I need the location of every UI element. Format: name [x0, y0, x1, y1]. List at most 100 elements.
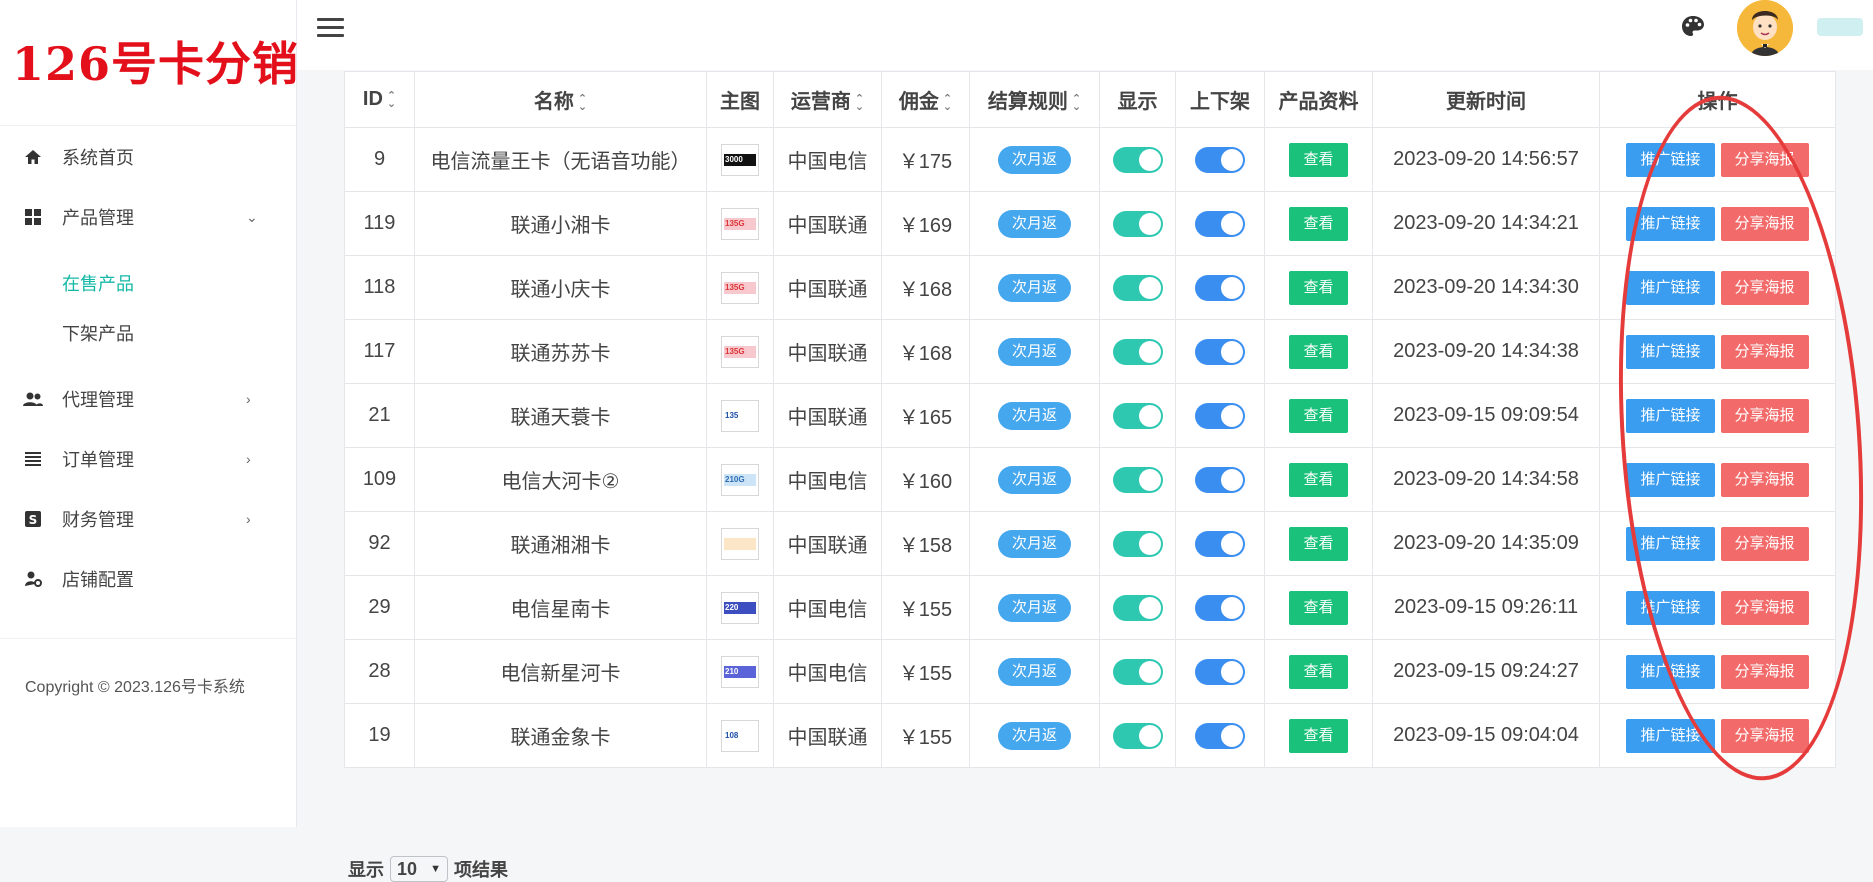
show-toggle[interactable]	[1112, 210, 1163, 237]
sidebar-subitem-on-sale[interactable]: 在售产品	[62, 270, 134, 296]
share-poster-button[interactable]: 分享海报	[1720, 206, 1809, 241]
listed-toggle[interactable]	[1195, 466, 1245, 493]
view-button[interactable]: 查看	[1289, 462, 1348, 497]
share-poster-button[interactable]: 分享海报	[1720, 142, 1809, 177]
promo-link-button[interactable]: 推广链接	[1626, 206, 1715, 241]
col-header-id[interactable]: ID ⌃ ⌄	[344, 71, 415, 128]
chevron-down-icon: ▼	[430, 863, 441, 875]
sidebar-item-products[interactable]: 产品管理 ⌄	[0, 191, 296, 243]
col-header-carrier[interactable]: 运营商 ⌃ ⌄	[773, 71, 882, 128]
show-toggle[interactable]	[1112, 466, 1163, 493]
settlement-badge[interactable]: 次月返	[997, 657, 1071, 686]
product-thumbnail[interactable]: 135	[721, 399, 759, 432]
show-toggle[interactable]	[1112, 530, 1163, 557]
sidebar-item-store-config[interactable]: 店铺配置	[0, 553, 296, 605]
product-thumbnail[interactable]: 135G	[721, 271, 759, 304]
promo-link-button[interactable]: 推广链接	[1626, 462, 1715, 497]
avatar[interactable]	[1737, 0, 1793, 56]
sidebar-item-finance[interactable]: S 财务管理 ›	[0, 493, 296, 545]
products-table-wrapper: ID ⌃ ⌄ 名称 ⌃ ⌄ 主图 运营商 ⌃ ⌄ 佣金 ⌃ ⌄ 结算规则 ⌃ ⌄ 显示 上下架 产品…	[344, 71, 1836, 768]
promo-link-button[interactable]: 推广链接	[1626, 334, 1715, 369]
product-thumbnail[interactable]: 108	[721, 719, 759, 752]
settlement-badge[interactable]: 次月返	[997, 465, 1071, 494]
share-poster-button[interactable]: 分享海报	[1720, 270, 1809, 305]
listed-toggle[interactable]	[1195, 530, 1245, 557]
settlement-badge[interactable]: 次月返	[997, 337, 1071, 366]
share-poster-button[interactable]: 分享海报	[1720, 590, 1809, 625]
col-header-settlement[interactable]: 结算规则 ⌃ ⌄	[969, 71, 1100, 128]
cell-actions: 推广链接 分享海报	[1599, 383, 1836, 448]
product-thumbnail[interactable]: 210	[721, 655, 759, 688]
username-label[interactable]	[1817, 18, 1863, 36]
cell-updated: 2023-09-15 09:26:11	[1372, 575, 1600, 640]
settlement-badge[interactable]: 次月返	[997, 593, 1071, 622]
table-row: 92 联通湘湘卡 中国联通 ￥158 次月返 查看 2023-09-20 14:35:09 推…	[344, 511, 1836, 576]
view-button[interactable]: 查看	[1289, 654, 1348, 689]
menu-toggle-icon[interactable]	[317, 16, 345, 40]
listed-toggle[interactable]	[1195, 274, 1245, 301]
settlement-badge[interactable]: 次月返	[997, 401, 1071, 430]
cell-id: 117	[344, 319, 415, 384]
listed-toggle[interactable]	[1195, 402, 1245, 429]
share-poster-button[interactable]: 分享海报	[1720, 398, 1809, 433]
show-toggle[interactable]	[1112, 594, 1163, 621]
product-thumbnail[interactable]: 210G	[721, 463, 759, 496]
view-button[interactable]: 查看	[1289, 206, 1348, 241]
cell-listed	[1175, 575, 1265, 640]
col-header-commission[interactable]: 佣金 ⌃ ⌄	[881, 71, 970, 128]
view-button[interactable]: 查看	[1289, 142, 1348, 177]
sidebar-item-orders[interactable]: 订单管理 ›	[0, 433, 296, 485]
listed-toggle[interactable]	[1195, 338, 1245, 365]
settlement-badge[interactable]: 次月返	[997, 209, 1071, 238]
page-length-select[interactable]: 10 ▼	[390, 856, 448, 882]
share-poster-button[interactable]: 分享海报	[1720, 718, 1809, 753]
view-button[interactable]: 查看	[1289, 718, 1348, 753]
product-thumbnail[interactable]	[721, 527, 759, 560]
cell-info: 查看	[1264, 319, 1373, 384]
product-thumbnail[interactable]: 220	[721, 591, 759, 624]
cell-carrier: 中国联通	[773, 255, 882, 320]
sidebar-item-home[interactable]: 系统首页	[0, 131, 296, 183]
promo-link-button[interactable]: 推广链接	[1626, 526, 1715, 561]
view-button[interactable]: 查看	[1289, 334, 1348, 369]
listed-toggle[interactable]	[1195, 722, 1245, 749]
settlement-badge[interactable]: 次月返	[997, 529, 1071, 558]
divider	[0, 638, 296, 639]
listed-toggle[interactable]	[1195, 146, 1245, 173]
show-toggle[interactable]	[1112, 146, 1163, 173]
sidebar-item-agents[interactable]: 代理管理 ›	[0, 373, 296, 425]
settlement-badge[interactable]: 次月返	[997, 721, 1071, 750]
settlement-badge[interactable]: 次月返	[997, 273, 1071, 302]
listed-toggle[interactable]	[1195, 594, 1245, 621]
cell-info: 查看	[1264, 447, 1373, 512]
sidebar-subitem-off-shelf[interactable]: 下架产品	[62, 320, 134, 346]
listed-toggle[interactable]	[1195, 210, 1245, 237]
product-thumbnail[interactable]: 3000	[721, 143, 759, 176]
show-toggle[interactable]	[1112, 658, 1163, 685]
promo-link-button[interactable]: 推广链接	[1626, 270, 1715, 305]
promo-link-button[interactable]: 推广链接	[1626, 654, 1715, 689]
listed-toggle[interactable]	[1195, 658, 1245, 685]
promo-link-button[interactable]: 推广链接	[1626, 718, 1715, 753]
show-toggle[interactable]	[1112, 402, 1163, 429]
promo-link-button[interactable]: 推广链接	[1626, 590, 1715, 625]
share-poster-button[interactable]: 分享海报	[1720, 462, 1809, 497]
palette-icon[interactable]	[1680, 14, 1706, 40]
show-toggle[interactable]	[1112, 722, 1163, 749]
col-header-name[interactable]: 名称 ⌃ ⌄	[414, 71, 707, 128]
share-poster-button[interactable]: 分享海报	[1720, 654, 1809, 689]
view-button[interactable]: 查看	[1289, 398, 1348, 433]
view-button[interactable]: 查看	[1289, 590, 1348, 625]
promo-link-button[interactable]: 推广链接	[1626, 142, 1715, 177]
promo-link-button[interactable]: 推广链接	[1626, 398, 1715, 433]
show-toggle[interactable]	[1112, 274, 1163, 301]
view-button[interactable]: 查看	[1289, 270, 1348, 305]
show-toggle[interactable]	[1112, 338, 1163, 365]
share-poster-button[interactable]: 分享海报	[1720, 334, 1809, 369]
cell-carrier: 中国联通	[773, 703, 882, 768]
share-poster-button[interactable]: 分享海报	[1720, 526, 1809, 561]
settlement-badge[interactable]: 次月返	[997, 145, 1071, 174]
product-thumbnail[interactable]: 135G	[721, 335, 759, 368]
product-thumbnail[interactable]: 135G	[721, 207, 759, 240]
view-button[interactable]: 查看	[1289, 526, 1348, 561]
